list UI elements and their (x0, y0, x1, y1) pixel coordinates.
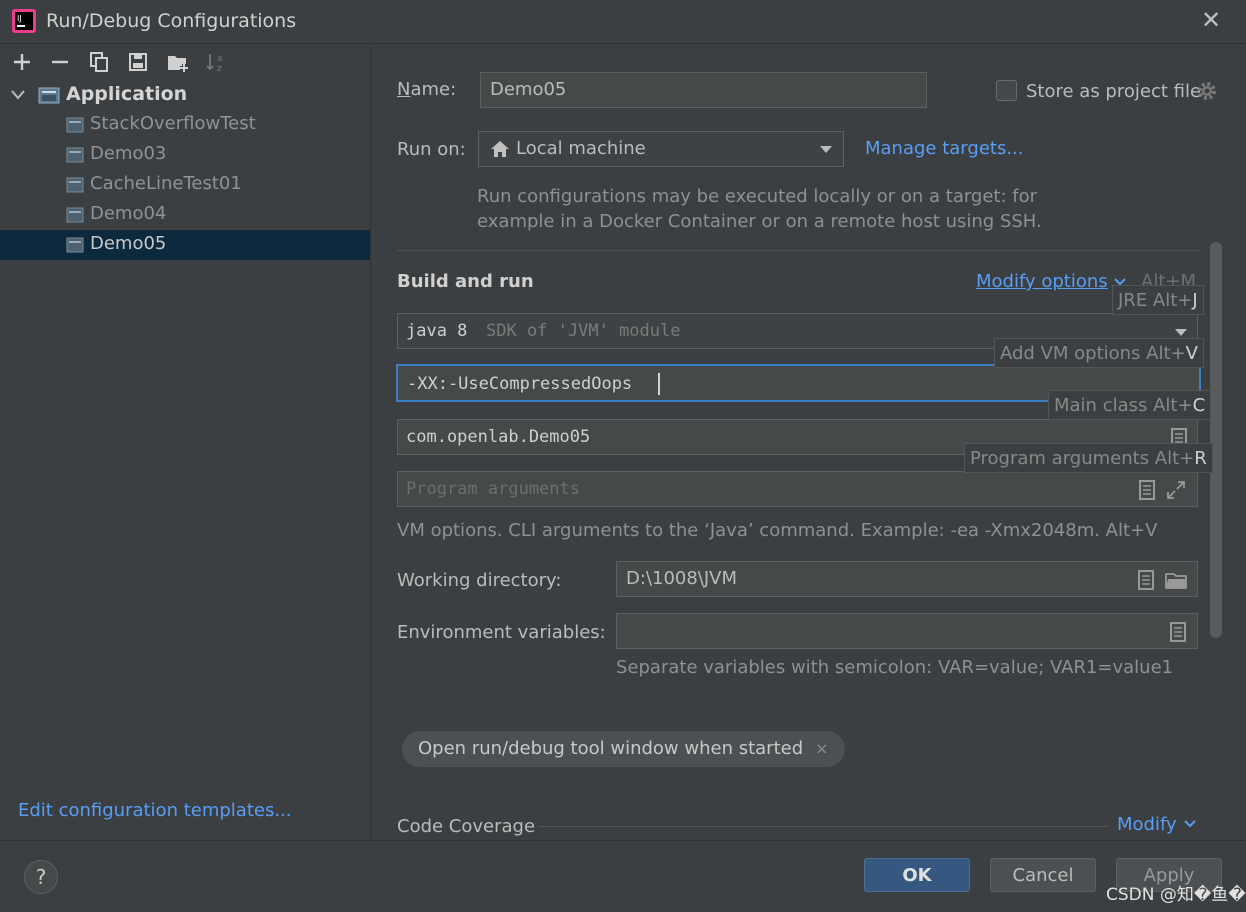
name-value: Demo05 (490, 79, 567, 100)
popup-key: C (1192, 395, 1206, 416)
sort-icon[interactable]: az (204, 50, 228, 74)
program-arguments-placeholder: Program arguments (406, 479, 580, 499)
environment-variables-label: Environment variables: (397, 622, 606, 643)
expand-icon[interactable] (1166, 480, 1186, 500)
vm-options-value: -XX:-UseCompressedOops (407, 374, 633, 394)
tree-item-stackoverflowtest[interactable]: StackOverflowTest (0, 110, 370, 140)
program-arguments-shortcut-popup[interactable]: Program arguments Alt+R (964, 443, 1213, 473)
popup-text: Main class Alt+ (1054, 395, 1193, 416)
watermark-text: CSDN @知�鱼� (1106, 885, 1246, 905)
close-icon[interactable]: ✕ (1198, 6, 1224, 36)
popup-text: Add VM options Alt+ (1000, 343, 1186, 364)
svg-text:IJ: IJ (17, 14, 22, 23)
folder-add-icon[interactable] (166, 50, 190, 74)
tree-item-demo05[interactable]: Demo05 (0, 230, 370, 260)
svg-text:z: z (217, 64, 222, 74)
popup-text: JRE Alt+ (1118, 290, 1193, 311)
application-icon (38, 87, 60, 104)
manage-targets-link[interactable]: Manage targets... (865, 138, 1024, 159)
help-button[interactable]: ? (24, 860, 58, 894)
chip-label: Open run/debug tool window when started (418, 738, 804, 759)
chevron-down-icon[interactable] (1183, 819, 1197, 829)
list-editor-icon[interactable] (1137, 570, 1155, 590)
chip-remove-icon[interactable]: × (815, 739, 828, 758)
list-editor-icon[interactable] (1169, 622, 1187, 642)
tree-item-label: Demo04 (90, 203, 167, 224)
svg-text:a: a (217, 54, 223, 64)
program-arguments-field[interactable]: Program arguments (397, 471, 1198, 507)
application-config-icon (66, 177, 84, 193)
working-directory-value: D:\1008\JVM (626, 568, 738, 589)
working-directory-label: Working directory: (397, 570, 562, 591)
window-title: Run/Debug Configurations (46, 10, 297, 32)
home-icon (491, 141, 509, 157)
section-separator (397, 250, 1201, 251)
application-config-icon (66, 147, 84, 163)
popup-key: J (1192, 290, 1198, 311)
build-and-run-heading: Build and run (397, 271, 534, 292)
vertical-scrollbar[interactable] (1210, 242, 1222, 638)
dropdown-arrow-icon (820, 146, 832, 153)
run-on-hint-line2: example in a Docker Container or on a re… (477, 211, 1042, 232)
main-class-shortcut-popup[interactable]: Main class Alt+C (1048, 390, 1212, 420)
main-class-value: com.openlab.Demo05 (406, 427, 591, 447)
tree-item-demo04[interactable]: Demo04 (0, 200, 370, 230)
run-on-label: Run on: (397, 139, 466, 160)
popup-text: Program arguments Alt+ (970, 448, 1195, 469)
tree-item-label: StackOverflowTest (90, 113, 256, 134)
edit-templates-link[interactable]: Edit configuration templates... (18, 800, 292, 821)
cancel-button[interactable]: Cancel (990, 858, 1096, 892)
popup-key: V (1185, 343, 1198, 364)
application-config-icon (66, 117, 84, 133)
tree-group-label: Application (66, 83, 188, 105)
ok-button[interactable]: OK (864, 858, 970, 892)
intellij-logo-icon: IJ (12, 9, 36, 33)
list-editor-icon[interactable] (1138, 480, 1156, 500)
tree-item-label: Demo03 (90, 143, 167, 164)
application-config-icon (66, 207, 84, 223)
name-label-rest: ame: (410, 79, 457, 100)
add-icon[interactable] (10, 50, 34, 74)
name-label: Name: (397, 79, 457, 100)
folder-open-icon[interactable] (1165, 570, 1189, 590)
jre-shortcut-popup[interactable]: JRE Alt+J (1112, 285, 1204, 315)
store-as-project-label: Store as project file (1026, 81, 1202, 102)
code-coverage-heading: Code Coverage (397, 816, 536, 837)
gear-icon[interactable] (1196, 80, 1218, 102)
tree-item-demo03[interactable]: Demo03 (0, 140, 370, 170)
dropdown-arrow-icon (1175, 329, 1187, 336)
environment-variables-field[interactable] (616, 613, 1198, 649)
store-as-project-checkbox[interactable] (996, 80, 1017, 101)
jre-value: java 8 (406, 321, 468, 341)
save-icon[interactable] (126, 50, 150, 74)
jre-detail: SDK of 'JVM' module (486, 321, 681, 341)
chevron-down-icon[interactable] (10, 88, 26, 102)
application-config-icon (66, 237, 84, 253)
text-cursor (658, 373, 660, 395)
tree-item-label: CacheLineTest01 (90, 173, 242, 194)
working-directory-field[interactable]: D:\1008\JVM (616, 561, 1198, 597)
code-coverage-divider (538, 826, 1108, 827)
tree-item-label: Demo05 (90, 233, 167, 254)
environment-variables-hint: Separate variables with semicolon: VAR=v… (616, 657, 1174, 678)
name-field[interactable]: Demo05 (480, 72, 927, 108)
run-on-hint-line1: Run configurations may be executed local… (477, 186, 1038, 207)
run-on-value: Local machine (516, 138, 646, 159)
run-on-dropdown[interactable]: Local machine (478, 131, 844, 167)
tree-group-application[interactable]: Application (0, 80, 370, 110)
vm-options-hint: VM options. CLI arguments to the ‘Java’ … (397, 520, 1158, 541)
modify-options-link[interactable]: Modify options (976, 271, 1108, 292)
vm-options-shortcut-popup[interactable]: Add VM options Alt+V (994, 338, 1204, 368)
open-tool-window-option-chip[interactable]: Open run/debug tool window when started × (402, 731, 845, 767)
code-coverage-modify-link[interactable]: Modify (1117, 814, 1177, 835)
remove-icon[interactable] (48, 50, 72, 74)
popup-key: R (1194, 448, 1207, 469)
copy-icon[interactable] (87, 50, 111, 74)
tree-item-cachelinetest01[interactable]: CacheLineTest01 (0, 170, 370, 200)
